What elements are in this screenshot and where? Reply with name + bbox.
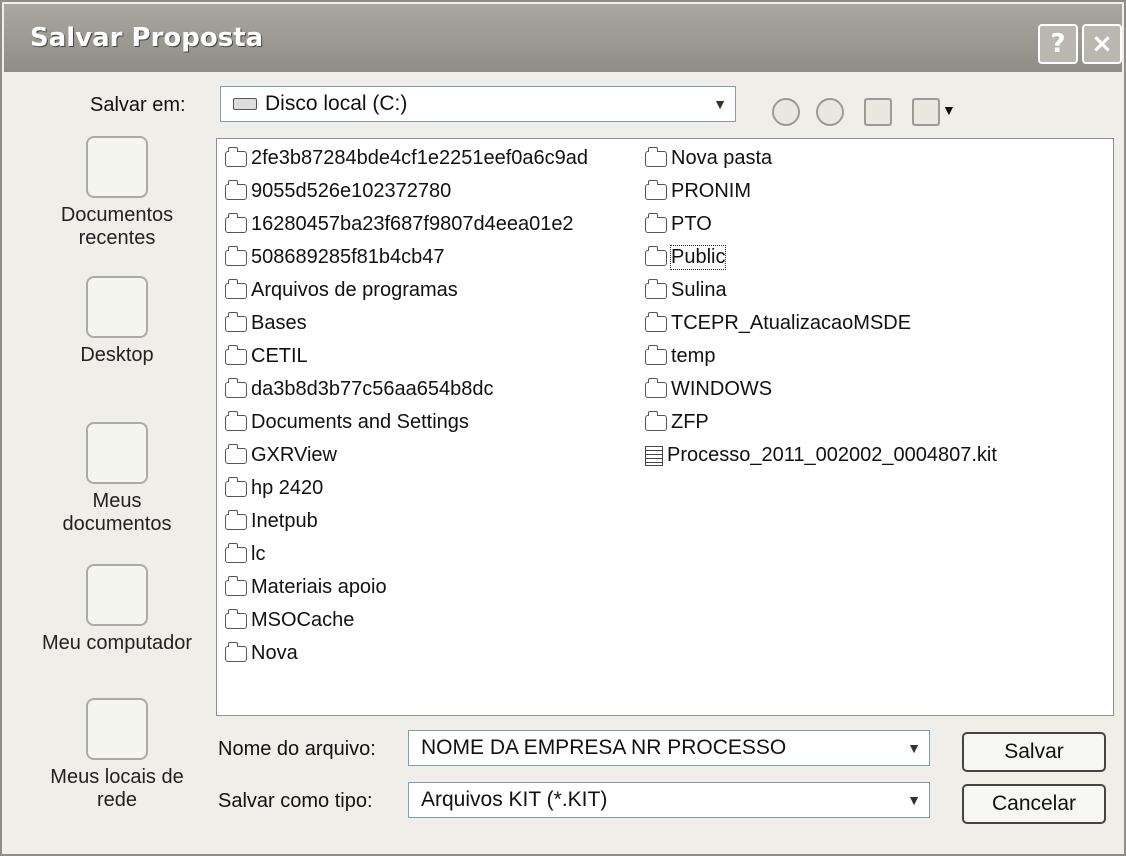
list-item[interactable]: da3b8d3b77c56aa654b8dc	[225, 377, 493, 401]
folder-icon	[225, 443, 247, 464]
list-item[interactable]: MSOCache	[225, 608, 354, 632]
save-button[interactable]: Salvar	[962, 732, 1106, 772]
filename-input[interactable]: NOME DA EMPRESA NR PROCESSO ▼	[408, 730, 930, 766]
place-label: Meu computador	[41, 632, 193, 654]
my-computer-icon	[86, 564, 148, 626]
cancel-button[interactable]: Cancelar	[962, 784, 1106, 824]
file-list[interactable]: 2fe3b87284bde4cf1e2251eef0a6c9ad 9055d52…	[216, 138, 1114, 716]
place-label: rede	[96, 789, 138, 811]
list-item[interactable]: Inetpub	[225, 509, 318, 533]
list-item[interactable]: PRONIM	[645, 179, 751, 203]
place-my-documents[interactable]: Meus documentos	[22, 422, 212, 536]
folder-icon	[225, 542, 247, 563]
shared-folder-icon	[645, 245, 667, 266]
save-in-label: Salvar em:	[90, 94, 186, 116]
recent-documents-icon	[86, 136, 148, 198]
help-button[interactable]: ?	[1038, 24, 1078, 64]
list-item[interactable]: PTO	[645, 212, 712, 236]
list-item[interactable]: Nova pasta	[645, 146, 772, 170]
place-label: documentos	[62, 513, 172, 535]
place-my-computer[interactable]: Meu computador	[22, 564, 212, 655]
up-folder-icon[interactable]	[816, 98, 844, 126]
shared-folder-icon	[645, 179, 667, 200]
place-desktop[interactable]: Desktop	[22, 276, 212, 367]
place-label: Desktop	[80, 344, 154, 366]
filetype-label: Salvar como tipo:	[218, 790, 373, 812]
folder-icon	[225, 509, 247, 530]
close-button[interactable]: ×	[1082, 24, 1122, 64]
list-item[interactable]: GXRView	[225, 443, 337, 467]
list-item[interactable]: WINDOWS	[645, 377, 772, 401]
new-folder-icon[interactable]	[864, 98, 892, 126]
folder-icon	[225, 377, 247, 398]
drive-icon	[233, 98, 257, 110]
folder-icon	[225, 410, 247, 431]
list-item[interactable]: 9055d526e102372780	[225, 179, 451, 203]
folder-icon	[225, 608, 247, 629]
list-item[interactable]: Documents and Settings	[225, 410, 469, 434]
list-item[interactable]: hp 2420	[225, 476, 323, 500]
folder-icon	[225, 575, 247, 596]
place-label: recentes	[78, 227, 156, 249]
place-label: Documentos	[60, 204, 174, 226]
folder-icon	[645, 410, 667, 431]
list-item[interactable]: temp	[645, 344, 715, 368]
chevron-down-icon[interactable]: ▼	[907, 792, 921, 808]
folder-icon	[645, 311, 667, 332]
help-icon: ?	[1050, 29, 1066, 59]
folder-icon	[645, 377, 667, 398]
folder-icon	[225, 146, 247, 167]
folder-icon	[645, 278, 667, 299]
list-item[interactable]: Arquivos de programas	[225, 278, 458, 302]
save-in-select[interactable]: Disco local (C:) ▼	[220, 86, 736, 122]
list-item[interactable]: 508689285f81b4cb47	[225, 245, 445, 269]
list-item[interactable]: ZFP	[645, 410, 709, 434]
list-item[interactable]: Sulina	[645, 278, 727, 302]
list-item[interactable]: 16280457ba23f687f9807d4eea01e2	[225, 212, 574, 236]
list-item[interactable]: Public	[645, 245, 727, 270]
list-item[interactable]: Materiais apoio	[225, 575, 387, 599]
filename-value: NOME DA EMPRESA NR PROCESSO	[421, 736, 787, 759]
place-label: Meus locais de	[50, 766, 184, 788]
folder-icon	[225, 278, 247, 299]
close-icon: ×	[1091, 29, 1113, 59]
views-dropdown-arrow-icon[interactable]: ▼	[942, 102, 956, 118]
kit-file-icon	[645, 445, 663, 466]
folder-icon	[225, 344, 247, 365]
list-item[interactable]: CETIL	[225, 344, 308, 368]
network-places-icon	[86, 698, 148, 760]
folder-icon	[225, 179, 247, 200]
back-icon[interactable]	[772, 98, 800, 126]
save-in-value: Disco local (C:)	[265, 92, 408, 115]
place-label: Meus	[92, 490, 142, 512]
list-item[interactable]: lc	[225, 542, 265, 566]
folder-icon	[225, 641, 247, 662]
place-network[interactable]: Meus locais de rede	[22, 698, 212, 812]
folder-icon	[225, 212, 247, 233]
folder-icon	[225, 476, 247, 497]
folder-icon	[225, 311, 247, 332]
window-title: Salvar Proposta	[30, 23, 264, 53]
list-item[interactable]: Bases	[225, 311, 307, 335]
chevron-down-icon[interactable]: ▼	[907, 740, 921, 756]
list-item[interactable]: 2fe3b87284bde4cf1e2251eef0a6c9ad	[225, 146, 588, 170]
folder-icon	[645, 146, 667, 167]
desktop-icon	[86, 276, 148, 338]
folder-icon	[225, 245, 247, 266]
list-item[interactable]: Processo_2011_002002_0004807.kit	[645, 444, 997, 467]
list-item[interactable]: TCEPR_AtualizacaoMSDE	[645, 311, 911, 335]
list-item[interactable]: Nova	[225, 641, 298, 665]
title-bar[interactable]: Salvar Proposta ? ×	[4, 4, 1122, 72]
views-menu-icon[interactable]	[912, 98, 940, 126]
filetype-value: Arquivos KIT (*.KIT)	[421, 788, 608, 811]
filetype-select[interactable]: Arquivos KIT (*.KIT) ▼	[408, 782, 930, 818]
save-dialog: Salvar Proposta ? × Salvar em: Disco loc…	[0, 0, 1126, 856]
place-recent-documents[interactable]: Documentos recentes	[22, 136, 212, 250]
my-documents-icon	[86, 422, 148, 484]
folder-icon	[645, 212, 667, 233]
folder-icon	[645, 344, 667, 365]
chevron-down-icon[interactable]: ▼	[713, 96, 727, 112]
filename-label: Nome do arquivo:	[218, 738, 376, 760]
